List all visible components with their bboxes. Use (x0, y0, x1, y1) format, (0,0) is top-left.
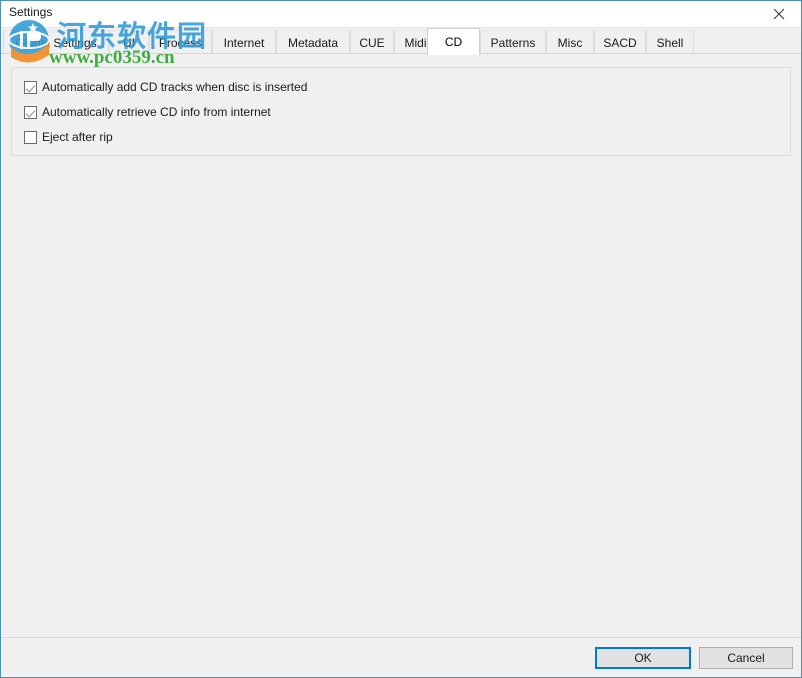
tab-label: CD (444, 35, 463, 49)
tab-label: SACD (603, 35, 637, 50)
tab-cd[interactable]: CD (427, 28, 480, 55)
cd-settings-panel: Automatically add CD tracks when disc is… (1, 54, 801, 630)
tab-cue[interactable]: CUE (350, 30, 394, 54)
tab-label: Patterns (490, 35, 536, 50)
tab-label: UI (123, 35, 135, 50)
tab-sacd[interactable]: SACD (594, 30, 646, 54)
tab-label: Shell (656, 35, 684, 50)
tab-strip: Global Settings UI Process Internet Meta… (1, 28, 801, 55)
close-icon (773, 8, 785, 20)
tab-global-settings[interactable]: Global Settings (3, 30, 109, 54)
option-label: Automatically retrieve CD info from inte… (42, 105, 271, 119)
window-title: Settings (9, 5, 53, 19)
cd-options-group: Automatically add CD tracks when disc is… (11, 67, 791, 156)
close-button[interactable] (756, 1, 801, 27)
button-bar: OK Cancel (1, 638, 801, 677)
tab-ui[interactable]: UI (109, 30, 149, 54)
ok-button[interactable]: OK (595, 647, 691, 669)
tab-misc[interactable]: Misc (546, 30, 594, 54)
tab-label: Midi (404, 35, 427, 50)
checkbox-auto-add-tracks[interactable] (24, 80, 37, 94)
checkbox-eject-after-rip[interactable] (24, 130, 37, 144)
tab-label: CUE (359, 35, 385, 50)
tab-label: Misc (557, 35, 583, 50)
tab-label: Internet (223, 35, 265, 50)
option-row-auto-add-tracks[interactable]: Automatically add CD tracks when disc is… (24, 78, 307, 96)
cancel-button[interactable]: Cancel (699, 647, 793, 669)
tab-label: Process (158, 35, 203, 50)
tab-shell[interactable]: Shell (646, 30, 694, 54)
checkbox-auto-retrieve-info[interactable] (24, 105, 37, 119)
option-row-auto-retrieve-info[interactable]: Automatically retrieve CD info from inte… (24, 103, 271, 121)
tab-patterns[interactable]: Patterns (480, 30, 546, 54)
tab-internet[interactable]: Internet (212, 30, 276, 54)
title-bar: Settings (1, 1, 801, 28)
tab-label: Metadata (287, 35, 339, 50)
option-label: Eject after rip (42, 130, 113, 144)
option-label: Automatically add CD tracks when disc is… (42, 80, 308, 94)
tab-process[interactable]: Process (149, 30, 212, 54)
tab-label: Global Settings (15, 35, 97, 50)
settings-window: Settings Global Settings UI Process Inte… (0, 0, 802, 678)
tab-metadata[interactable]: Metadata (276, 30, 350, 54)
option-row-eject-after-rip[interactable]: Eject after rip (24, 128, 113, 146)
